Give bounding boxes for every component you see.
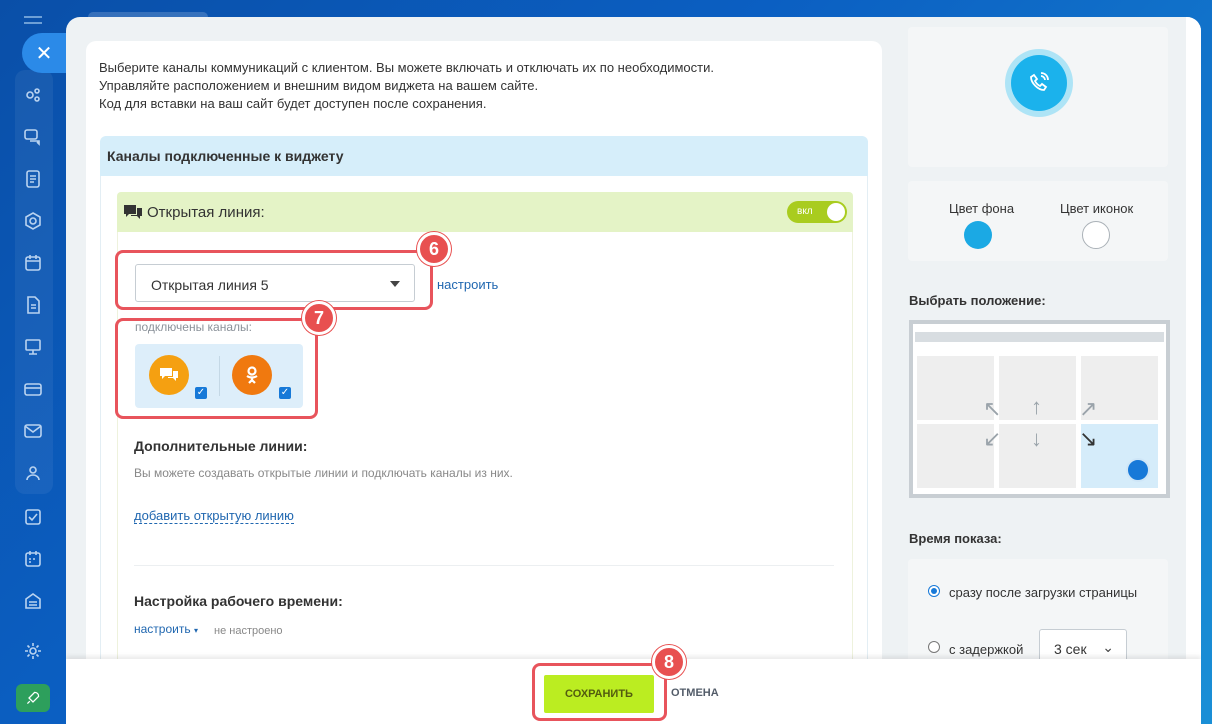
rocket-glyph xyxy=(26,691,40,705)
extra-lines-desc: Вы можете создавать открытые линии и под… xyxy=(134,466,513,480)
callout-6-badge: 6 xyxy=(417,232,451,266)
caret-small-icon: ▾ xyxy=(193,626,198,635)
right-scroll-track xyxy=(1186,17,1201,707)
sidebar-item-shop[interactable] xyxy=(16,372,50,406)
icon-color-label: Цвет иконок xyxy=(1060,201,1134,216)
callout-8-highlight xyxy=(532,663,667,721)
callout-7-highlight xyxy=(115,318,318,419)
arrow-up-right-icon: ↗ xyxy=(1079,396,1098,421)
sidebar-item-users[interactable] xyxy=(16,456,50,490)
position-title: Выбрать положение: xyxy=(909,293,1046,308)
open-line-chat-icon xyxy=(124,205,142,219)
callout-7-badge: 7 xyxy=(302,301,336,335)
presentation-icon xyxy=(25,339,41,355)
card-icon xyxy=(24,383,42,396)
callout-6-highlight xyxy=(115,250,433,310)
bg-color-swatch[interactable] xyxy=(964,221,992,249)
work-time-title: Настройка рабочего времени: xyxy=(134,593,343,609)
mini-phone-icon xyxy=(1126,458,1150,482)
sidebar-item-start[interactable] xyxy=(16,78,50,112)
building-icon xyxy=(25,593,41,609)
chevron-down-icon: ⌄ xyxy=(1102,639,1114,655)
toggle-label: вкл xyxy=(797,206,813,217)
radio-immediate[interactable] xyxy=(928,585,940,597)
sidebar-item-calendar[interactable] xyxy=(16,246,50,280)
arrow-down-left-icon: ↙ xyxy=(983,426,1002,451)
channels-header: Каналы подключенные к виджету xyxy=(100,136,868,176)
intro-line-2: Управляйте расположением и внешним видом… xyxy=(99,78,539,93)
file-icon xyxy=(27,296,40,314)
rocket-icon[interactable] xyxy=(16,684,50,712)
work-time-configure-label: настроить xyxy=(134,622,191,636)
mail-icon xyxy=(24,424,42,438)
section-divider xyxy=(134,565,834,566)
widget-button-preview xyxy=(1005,49,1073,117)
left-sidebar: ✕ xyxy=(0,0,66,724)
toggle-knob xyxy=(827,203,845,221)
sidebar-item-schedule[interactable] xyxy=(16,542,50,576)
schedule-icon xyxy=(25,551,41,567)
extra-lines-title: Дополнительные линии: xyxy=(134,438,308,454)
callout-8-badge: 8 xyxy=(652,645,686,679)
arrow-up-left-icon: ↖ xyxy=(983,396,1002,421)
phone-glyph xyxy=(1030,72,1049,91)
checkbox-icon xyxy=(25,509,41,525)
sidebar-item-mail[interactable] xyxy=(16,414,50,448)
open-line-title: Открытая линия: xyxy=(147,203,265,221)
cancel-button[interactable]: ОТМЕНА xyxy=(671,687,719,699)
sidebar-item-store[interactable] xyxy=(16,584,50,618)
browser-bar xyxy=(915,332,1164,342)
users-icon xyxy=(26,466,40,481)
immediate-label: сразу после загрузки страницы xyxy=(949,585,1138,600)
document-icon xyxy=(26,170,40,188)
intro-line-1: Выберите каналы коммуникаций с клиентом.… xyxy=(99,60,714,75)
delay-select-value: 3 сек xyxy=(1054,641,1087,657)
calendar-icon xyxy=(25,255,41,271)
sidebar-item-tasks[interactable] xyxy=(16,500,50,534)
bg-color-label: Цвет фона xyxy=(949,201,1015,216)
work-time-configure-link[interactable]: настроить ▾ xyxy=(134,622,198,636)
open-line-toggle[interactable]: вкл xyxy=(787,201,847,223)
sidebar-item-chats[interactable] xyxy=(16,120,50,154)
intro-text: Выберите каналы коммуникаций с клиентом.… xyxy=(99,59,714,113)
arrow-down-icon: ↓ xyxy=(1031,426,1042,451)
arrow-down-right-icon: ↘ xyxy=(1079,426,1098,451)
icon-color-swatch[interactable] xyxy=(1082,221,1110,249)
configure-open-line-link[interactable]: настроить xyxy=(437,277,498,292)
work-time-status: не настроено xyxy=(214,625,283,637)
hexagon-icon xyxy=(25,212,41,230)
arrow-up-icon: ↑ xyxy=(1031,394,1042,419)
chat-icon xyxy=(24,129,40,146)
open-line-header: Открытая линия: вкл xyxy=(117,192,853,232)
sidebar-item-settings[interactable] xyxy=(16,634,50,668)
colors-card xyxy=(908,181,1168,261)
add-open-line-link[interactable]: добавить открытую линию xyxy=(134,508,294,524)
show-time-title: Время показа: xyxy=(909,531,1002,546)
gear-icon xyxy=(25,643,41,659)
nodes-icon xyxy=(26,88,40,102)
intro-line-3: Код для вставки на ваш сайт будет доступ… xyxy=(99,96,487,111)
radio-delay[interactable] xyxy=(928,641,940,653)
sidebar-item-sites[interactable] xyxy=(16,330,50,364)
sidebar-item-docs[interactable] xyxy=(16,288,50,322)
sidebar-item-feed[interactable] xyxy=(16,162,50,196)
close-icon[interactable]: ✕ xyxy=(22,33,66,73)
menu-icon[interactable] xyxy=(24,16,42,30)
phone-icon xyxy=(1011,55,1067,111)
delay-label: с задержкой xyxy=(949,642,1024,657)
sidebar-item-crm[interactable] xyxy=(16,204,50,238)
position-picker: ↖ ↑ ↗ ↙ ↓ ↘ xyxy=(909,320,1170,498)
